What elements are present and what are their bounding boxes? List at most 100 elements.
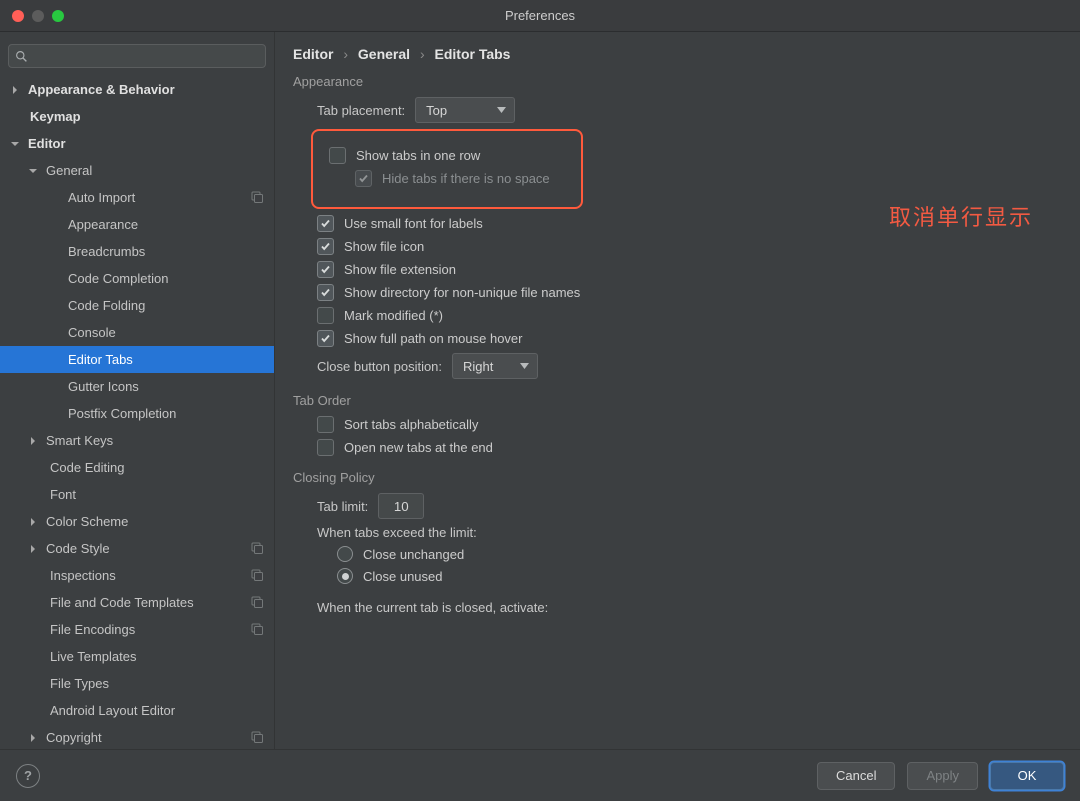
label-close-button-position: Close button position: xyxy=(317,359,442,374)
sidebar-item-editor[interactable]: Editor xyxy=(0,130,274,157)
checkbox-label: Show file extension xyxy=(344,262,456,277)
sidebar-label: Breadcrumbs xyxy=(68,244,145,259)
sidebar-item-android-layout[interactable]: Android Layout Editor xyxy=(0,697,274,724)
sidebar-label: Smart Keys xyxy=(46,433,113,448)
sidebar-item-code-style[interactable]: Code Style xyxy=(0,535,274,562)
checkbox-open-at-end[interactable] xyxy=(317,439,334,456)
sidebar-item-live-templates[interactable]: Live Templates xyxy=(0,643,274,670)
breadcrumb-editor[interactable]: Editor xyxy=(293,46,333,62)
sidebar-label: Appearance & Behavior xyxy=(28,82,175,97)
sidebar-item-appearance-behavior[interactable]: Appearance & Behavior xyxy=(0,76,274,103)
breadcrumb-separator-icon: › xyxy=(414,46,431,62)
sidebar-item-gutter-icons[interactable]: Gutter Icons xyxy=(0,373,274,400)
select-close-button-position[interactable]: Right xyxy=(452,353,538,379)
breadcrumb-separator-icon: › xyxy=(337,46,354,62)
sidebar-item-smart-keys[interactable]: Smart Keys xyxy=(0,427,274,454)
checkbox-label: Show full path on mouse hover xyxy=(344,331,523,346)
section-closing-policy: Closing Policy xyxy=(293,470,1062,485)
sidebar-item-code-folding[interactable]: Code Folding xyxy=(0,292,274,319)
chevron-down-icon xyxy=(520,363,529,369)
select-tab-placement[interactable]: Top xyxy=(415,97,515,123)
radio-close-unchanged[interactable] xyxy=(337,546,353,562)
copyable-icon xyxy=(250,541,264,555)
chevron-right-icon xyxy=(28,518,38,526)
checkbox-label: Show file icon xyxy=(344,239,424,254)
window-title: Preferences xyxy=(0,8,1080,23)
checkbox-label: Show tabs in one row xyxy=(356,148,480,163)
radio-close-unused[interactable] xyxy=(337,568,353,584)
help-icon: ? xyxy=(24,768,32,783)
search-input[interactable] xyxy=(8,44,266,68)
sidebar-item-console[interactable]: Console xyxy=(0,319,274,346)
sidebar-label: Auto Import xyxy=(68,190,135,205)
sidebar-item-inspections[interactable]: Inspections xyxy=(0,562,274,589)
sidebar-item-file-encodings[interactable]: File Encodings xyxy=(0,616,274,643)
checkbox-show-tabs-one-row[interactable] xyxy=(329,147,346,164)
sidebar-label: Live Templates xyxy=(50,649,136,664)
checkbox-file-ext[interactable] xyxy=(317,261,334,278)
cancel-button[interactable]: Cancel xyxy=(817,762,895,790)
checkbox-dir-nonunique[interactable] xyxy=(317,284,334,301)
checkbox-label: Show directory for non-unique file names xyxy=(344,285,580,300)
sidebar-item-auto-import[interactable]: Auto Import xyxy=(0,184,274,211)
checkbox-full-path-hover[interactable] xyxy=(317,330,334,347)
sidebar-tree[interactable]: Appearance & Behavior Keymap Editor xyxy=(0,76,274,749)
copyable-icon xyxy=(250,568,264,582)
apply-button[interactable]: Apply xyxy=(907,762,978,790)
checkbox-label: Open new tabs at the end xyxy=(344,440,493,455)
annotation-highlight: Show tabs in one row Hide tabs if there … xyxy=(311,129,583,209)
dialog-footer: ? Cancel Apply OK xyxy=(0,749,1080,801)
search-icon xyxy=(15,50,28,63)
ok-button[interactable]: OK xyxy=(990,762,1064,790)
sidebar-item-file-templates[interactable]: File and Code Templates xyxy=(0,589,274,616)
sidebar-item-file-types[interactable]: File Types xyxy=(0,670,274,697)
chevron-right-icon xyxy=(28,734,38,742)
annotation-label: 取消单行显示 xyxy=(889,200,1033,232)
checkbox-mark-modified[interactable] xyxy=(317,307,334,324)
label-exceed-limit: When tabs exceed the limit: xyxy=(317,525,477,540)
select-value: Right xyxy=(463,359,493,374)
sidebar-label: File and Code Templates xyxy=(50,595,194,610)
checkbox-small-font[interactable] xyxy=(317,215,334,232)
checkbox-label: Mark modified (*) xyxy=(344,308,443,323)
sidebar-item-copyright[interactable]: Copyright xyxy=(0,724,274,749)
sidebar-item-general[interactable]: General xyxy=(0,157,274,184)
checkbox-label: Hide tabs if there is no space xyxy=(382,171,550,186)
section-tab-order: Tab Order xyxy=(293,393,1062,408)
checkbox-label: Use small font for labels xyxy=(344,216,483,231)
label-activate-on-close: When the current tab is closed, activate… xyxy=(317,600,548,615)
sidebar-item-postfix-completion[interactable]: Postfix Completion xyxy=(0,400,274,427)
sidebar-item-color-scheme[interactable]: Color Scheme xyxy=(0,508,274,535)
sidebar-label: Keymap xyxy=(30,109,81,124)
sidebar-item-code-completion[interactable]: Code Completion xyxy=(0,265,274,292)
content-panel: Editor › General › Editor Tabs 取消单行显示 Ap… xyxy=(275,32,1080,749)
select-value: Top xyxy=(426,103,447,118)
sidebar-label: Appearance xyxy=(68,217,138,232)
copyable-icon xyxy=(250,190,264,204)
sidebar-label: Copyright xyxy=(46,730,102,745)
chevron-right-icon xyxy=(28,437,38,445)
chevron-right-icon xyxy=(28,545,38,553)
sidebar-label: Console xyxy=(68,325,116,340)
breadcrumb-general[interactable]: General xyxy=(358,46,410,62)
help-button[interactable]: ? xyxy=(16,764,40,788)
sidebar-item-keymap[interactable]: Keymap xyxy=(0,103,274,130)
input-tab-limit[interactable] xyxy=(378,493,424,519)
sidebar-item-editor-tabs[interactable]: Editor Tabs xyxy=(0,346,274,373)
sidebar-label: Gutter Icons xyxy=(68,379,139,394)
sidebar-item-font[interactable]: Font xyxy=(0,481,274,508)
sidebar-label: Color Scheme xyxy=(46,514,128,529)
search-field[interactable] xyxy=(34,49,259,64)
checkbox-label: Sort tabs alphabetically xyxy=(344,417,478,432)
breadcrumb-editor-tabs: Editor Tabs xyxy=(435,46,511,62)
label-tab-placement: Tab placement: xyxy=(317,103,405,118)
sidebar-label: Font xyxy=(50,487,76,502)
sidebar-label: Inspections xyxy=(50,568,116,583)
sidebar-item-breadcrumbs[interactable]: Breadcrumbs xyxy=(0,238,274,265)
checkbox-sort-alpha[interactable] xyxy=(317,416,334,433)
sidebar-item-code-editing[interactable]: Code Editing xyxy=(0,454,274,481)
checkbox-file-icon[interactable] xyxy=(317,238,334,255)
sidebar-label: File Encodings xyxy=(50,622,135,637)
sidebar-item-appearance[interactable]: Appearance xyxy=(0,211,274,238)
copyable-icon xyxy=(250,622,264,636)
